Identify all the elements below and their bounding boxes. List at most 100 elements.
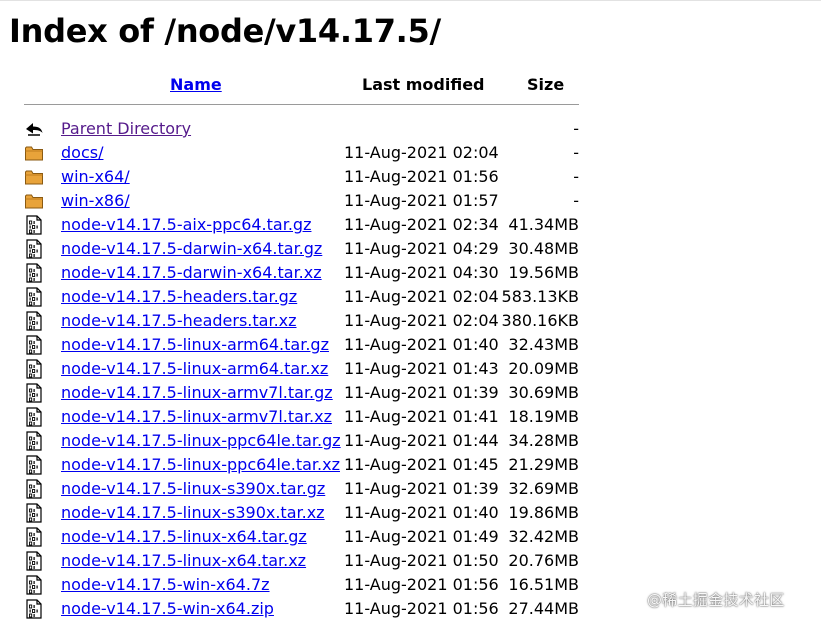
size-cell: 20.09MB [508,359,579,378]
size-cell: 41.34MB [508,215,579,234]
size-cell: 32.42MB [508,527,579,546]
last-modified-cell: 11-Aug-2021 04:29 [344,239,499,258]
size-cell: 380.16KB [501,311,579,330]
binary-file-icon [24,599,44,619]
file-link[interactable]: node-v14.17.5-linux-x64.tar.xz [61,551,306,571]
size-cell: - [573,119,579,138]
binary-file-icon [24,359,44,379]
binary-file-icon [24,455,44,475]
last-modified-cell: 11-Aug-2021 04:30 [344,263,499,282]
size-cell: 21.29MB [508,455,579,474]
file-link[interactable]: node-v14.17.5-linux-arm64.tar.xz [61,359,328,379]
size-cell: 34.28MB [508,431,579,450]
size-cell: - [573,167,579,186]
size-cell: 30.69MB [508,383,579,402]
file-row: node-v14.17.5-linux-ppc64le.tar.xz 11-Aug… [0,453,821,477]
file-row: node-v14.17.5-linux-s390x.tar.xz 11-Aug-2… [0,501,821,525]
last-modified-cell: 11-Aug-2021 01:39 [344,479,499,498]
file-link[interactable]: node-v14.17.5-linux-ppc64le.tar.gz [61,431,341,451]
file-row: node-v14.17.5-linux-armv7l.tar.xz 11-Aug-… [0,405,821,429]
size-cell: 18.19MB [508,407,579,426]
last-modified-cell: 11-Aug-2021 02:34 [344,215,499,234]
back-arrow-icon [24,119,44,139]
file-row: node-v14.17.5-linux-arm64.tar.gz 11-Aug-2… [0,333,821,357]
size-cell: - [573,143,579,162]
file-row: node-v14.17.5-darwin-x64.tar.xz 11-Aug-20… [0,261,821,285]
folder-row: win-x86/11-Aug-2021 01:57 - [0,189,821,213]
file-link[interactable]: node-v14.17.5-darwin-x64.tar.gz [61,239,322,259]
file-link[interactable]: node-v14.17.5-linux-armv7l.tar.gz [61,383,333,403]
file-row: node-v14.17.5-aix-ppc64.tar.gz 11-Aug-202… [0,213,821,237]
binary-file-icon [24,407,44,427]
binary-file-icon [24,239,44,259]
binary-file-icon [24,311,44,331]
size-cell: 30.48MB [508,239,579,258]
file-listing: Parent Directory - docs/11-Aug-2021 02:04 -… [0,117,821,621]
folder-link[interactable]: win-x86/ [61,191,130,211]
file-row: node-v14.17.5-headers.tar.xz 11-Aug-2021 … [0,309,821,333]
binary-file-icon [24,215,44,235]
file-link[interactable]: node-v14.17.5-headers.tar.gz [61,287,297,307]
size-cell: 583.13KB [501,287,579,306]
folder-icon [24,143,44,163]
size-cell: 19.86MB [508,503,579,522]
last-modified-cell: 11-Aug-2021 02:04 [344,311,499,330]
file-link[interactable]: node-v14.17.5-aix-ppc64.tar.gz [61,215,311,235]
last-modified-cell: 11-Aug-2021 01:40 [344,503,499,522]
binary-file-icon [24,287,44,307]
last-modified-cell: 11-Aug-2021 01:50 [344,551,499,570]
file-row: node-v14.17.5-linux-arm64.tar.xz 11-Aug-2… [0,357,821,381]
folder-link[interactable]: docs/ [61,143,103,163]
file-link[interactable]: node-v14.17.5-darwin-x64.tar.xz [61,263,322,283]
file-row: node-v14.17.5-headers.tar.gz 11-Aug-2021 … [0,285,821,309]
last-modified-cell: 11-Aug-2021 01:56 [344,167,499,186]
last-modified-cell: 11-Aug-2021 02:04 [344,143,499,162]
file-link[interactable]: node-v14.17.5-linux-ppc64le.tar.xz [61,455,340,475]
file-link[interactable]: node-v14.17.5-linux-s390x.tar.gz [61,479,325,499]
binary-file-icon [24,551,44,571]
file-row: node-v14.17.5-linux-s390x.tar.gz 11-Aug-2… [0,477,821,501]
file-link[interactable]: node-v14.17.5-linux-x64.tar.gz [61,527,307,547]
file-row: node-v14.17.5-linux-x64.tar.gz 11-Aug-202… [0,525,821,549]
column-header-size: Size [527,75,565,94]
size-cell: 27.44MB [508,599,579,618]
file-link[interactable]: node-v14.17.5-linux-arm64.tar.gz [61,335,329,355]
parent-directory-row: Parent Directory - [0,117,821,141]
last-modified-cell: 11-Aug-2021 01:57 [344,191,499,210]
file-row: node-v14.17.5-darwin-x64.tar.gz 11-Aug-20… [0,237,821,261]
file-link[interactable]: node-v14.17.5-win-x64.7z [61,575,270,595]
column-header-name-link[interactable]: Name [170,74,222,96]
size-cell: 20.76MB [508,551,579,570]
size-cell: 32.43MB [508,335,579,354]
last-modified-cell: 11-Aug-2021 01:41 [344,407,499,426]
folder-icon [24,191,44,211]
size-cell: 32.69MB [508,479,579,498]
file-link[interactable]: node-v14.17.5-win-x64.zip [61,599,274,619]
binary-file-icon [24,263,44,283]
page-title: Index of /node/v14.17.5/ [9,12,441,50]
header-divider [24,104,579,105]
folder-icon [24,167,44,187]
binary-file-icon [24,431,44,451]
last-modified-cell: 11-Aug-2021 01:39 [344,383,499,402]
folder-link[interactable]: win-x64/ [61,167,130,187]
watermark: @稀土掘金技术社区 [647,591,785,609]
size-cell: - [573,191,579,210]
top-border [0,0,821,1]
column-header-last-modified: Last modified [362,75,485,94]
last-modified-cell: 11-Aug-2021 01:49 [344,527,499,546]
parent-directory-link[interactable]: Parent Directory [61,119,191,139]
binary-file-icon [24,383,44,403]
file-row: node-v14.17.5-linux-armv7l.tar.gz 11-Aug-… [0,381,821,405]
last-modified-cell: 11-Aug-2021 01:56 [344,575,499,594]
binary-file-icon [24,503,44,523]
file-link[interactable]: node-v14.17.5-headers.tar.xz [61,311,297,331]
binary-file-icon [24,527,44,547]
file-link[interactable]: node-v14.17.5-linux-s390x.tar.xz [61,503,325,523]
file-row: node-v14.17.5-linux-ppc64le.tar.gz 11-Aug… [0,429,821,453]
last-modified-cell: 11-Aug-2021 01:40 [344,335,499,354]
size-cell: 16.51MB [508,575,579,594]
folder-row: win-x64/11-Aug-2021 01:56 - [0,165,821,189]
folder-row: docs/11-Aug-2021 02:04 - [0,141,821,165]
file-link[interactable]: node-v14.17.5-linux-armv7l.tar.xz [61,407,332,427]
